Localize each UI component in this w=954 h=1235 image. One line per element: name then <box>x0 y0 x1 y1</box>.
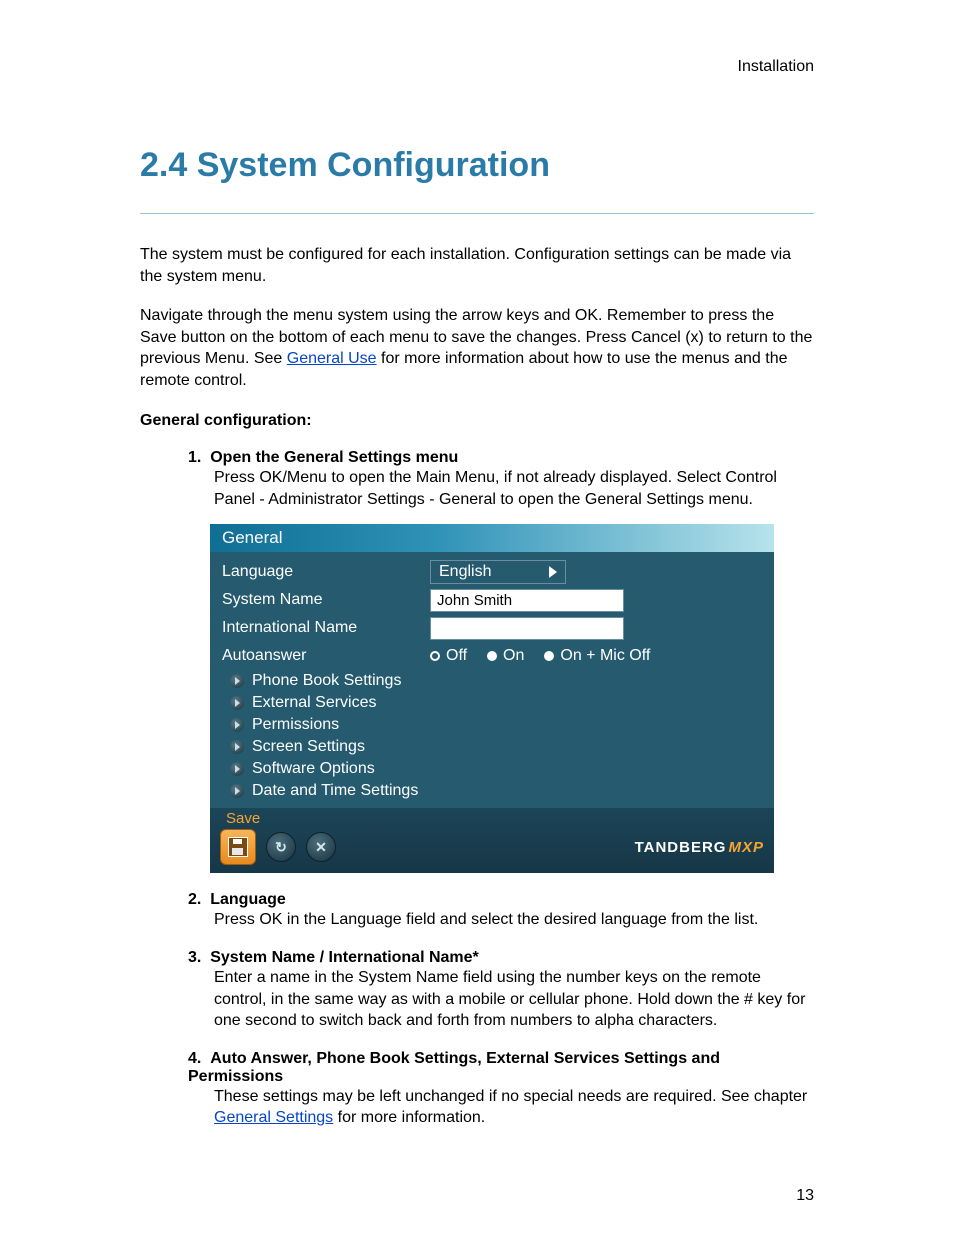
sub-software-options[interactable]: Software Options <box>222 758 762 780</box>
language-label: Language <box>222 563 422 581</box>
sub-screen-settings[interactable]: Screen Settings <box>222 736 762 758</box>
step-3-body: Enter a name in the System Name field us… <box>214 967 814 1032</box>
cancel-button[interactable]: ✕ <box>306 832 336 862</box>
language-row: Language English <box>222 558 762 586</box>
system-name-label: System Name <box>222 591 422 609</box>
brand-text: TANDBERG <box>635 839 727 856</box>
refresh-icon: ↻ <box>275 839 287 856</box>
step-1-number: 1. <box>188 449 201 466</box>
autoanswer-onmicoff-radio[interactable]: On + Mic Off <box>544 647 650 665</box>
step-3-number: 3. <box>188 949 201 966</box>
page-number: 13 <box>796 1187 814 1205</box>
step-4: 4. Auto Answer, Phone Book Settings, Ext… <box>188 1050 814 1129</box>
radio-icon <box>544 651 554 661</box>
sub-label: Permissions <box>252 716 339 734</box>
step-2-body: Press OK in the Language field and selec… <box>214 909 814 931</box>
sub-date-time[interactable]: Date and Time Settings <box>222 780 762 802</box>
step-4-number: 4. <box>188 1050 201 1067</box>
intro-paragraph-2: Navigate through the menu system using t… <box>140 305 814 391</box>
step-4-body-b: for more information. <box>333 1109 485 1126</box>
step-2-number: 2. <box>188 891 201 908</box>
step-1-body: Press OK/Menu to open the Main Menu, if … <box>214 467 814 510</box>
step-2: 2. Language Press OK in the Language fie… <box>188 891 814 931</box>
radio-icon <box>487 651 497 661</box>
sub-label: External Services <box>252 694 377 712</box>
language-value: English <box>439 563 491 581</box>
sub-label: Date and Time Settings <box>252 782 418 800</box>
play-icon <box>230 784 244 798</box>
general-configuration-heading: General configuration: <box>140 410 814 432</box>
intl-name-label: International Name <box>222 619 422 637</box>
close-icon: ✕ <box>315 839 327 856</box>
step-4-title: Auto Answer, Phone Book Settings, Extern… <box>188 1050 720 1085</box>
play-icon <box>230 740 244 754</box>
play-icon <box>230 762 244 776</box>
general-settings-link[interactable]: General Settings <box>214 1109 333 1126</box>
general-use-link[interactable]: General Use <box>287 350 377 367</box>
step-3: 3. System Name / International Name* Ent… <box>188 949 814 1032</box>
title-rule <box>140 213 814 214</box>
header-section-label: Installation <box>140 58 814 76</box>
intl-name-input[interactable] <box>430 617 624 640</box>
brand-logo: TANDBERGMXP <box>635 839 764 856</box>
sub-label: Screen Settings <box>252 738 365 756</box>
intro-paragraph-1: The system must be configured for each i… <box>140 244 814 287</box>
play-icon <box>230 718 244 732</box>
autoanswer-onmicoff-label: On + Mic Off <box>560 647 650 665</box>
autoanswer-row: Autoanswer Off On On + Mic Off <box>222 642 762 670</box>
intl-name-row: International Name <box>222 614 762 642</box>
save-label: Save <box>226 810 764 827</box>
step-4-body: These settings may be left unchanged if … <box>214 1086 814 1129</box>
autoanswer-off-radio[interactable]: Off <box>430 647 467 665</box>
step-2-title: Language <box>210 891 286 908</box>
save-button[interactable] <box>220 829 256 865</box>
step-1: 1. Open the General Settings menu Press … <box>188 449 814 510</box>
sub-external-services[interactable]: External Services <box>222 692 762 714</box>
play-icon <box>230 696 244 710</box>
sub-phonebook[interactable]: Phone Book Settings <box>222 670 762 692</box>
sub-permissions[interactable]: Permissions <box>222 714 762 736</box>
brand-suffix: MXP <box>728 839 764 856</box>
play-icon <box>230 674 244 688</box>
step-1-title: Open the General Settings menu <box>210 449 458 466</box>
sub-label: Phone Book Settings <box>252 672 401 690</box>
autoanswer-on-label: On <box>503 647 524 665</box>
page-title: 2.4 System Configuration <box>140 146 814 185</box>
autoanswer-off-label: Off <box>446 647 467 665</box>
system-name-input[interactable] <box>430 589 624 612</box>
language-select[interactable]: English <box>430 560 566 584</box>
refresh-button[interactable]: ↻ <box>266 832 296 862</box>
step-4-body-a: These settings may be left unchanged if … <box>214 1088 807 1105</box>
sub-label: Software Options <box>252 760 375 778</box>
radio-icon <box>430 651 440 661</box>
autoanswer-label: Autoanswer <box>222 647 422 665</box>
floppy-icon <box>228 837 248 857</box>
panel-title: General <box>210 524 774 552</box>
autoanswer-on-radio[interactable]: On <box>487 647 524 665</box>
step-3-title: System Name / International Name* <box>210 949 479 966</box>
system-name-row: System Name <box>222 586 762 614</box>
chevron-right-icon <box>549 566 557 578</box>
general-settings-panel: General Language English System Name Int… <box>210 524 774 873</box>
